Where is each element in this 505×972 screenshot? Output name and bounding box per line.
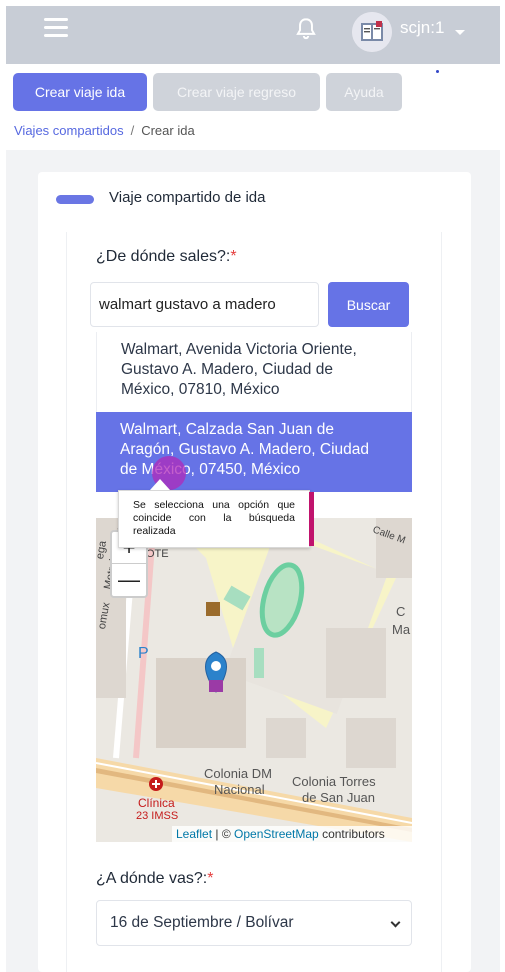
bell-icon[interactable]	[293, 16, 319, 42]
map-label-c: C	[396, 604, 406, 619]
breadcrumb: Viajes compartidos / Crear ida	[14, 123, 195, 138]
chevron-down-icon	[390, 917, 401, 928]
breadcrumb-viajes-link[interactable]: Viajes compartidos	[14, 123, 124, 138]
destination-label-text: ¿A dónde vas?:	[96, 870, 208, 887]
map-label-ote: OTE	[146, 548, 169, 560]
ayuda-button[interactable]: Ayuda	[326, 73, 402, 111]
map-label-ma: Ma	[392, 622, 411, 637]
map-label-de-san-juan: de San Juan	[302, 790, 376, 805]
map-label-colonia-torres: Colonia Torres	[292, 774, 376, 789]
buscar-button[interactable]: Buscar	[328, 282, 409, 327]
chevron-down-icon[interactable]	[455, 30, 465, 35]
search-results-dropdown: Walmart, Avenida Victoria Oriente, Gusta…	[96, 332, 412, 492]
map-label-nacional: Nacional	[214, 782, 265, 797]
required-mark: *	[230, 248, 237, 265]
destination-select[interactable]: 16 de Septiembre / Bolívar	[96, 900, 412, 946]
origin-label-text: ¿De dónde sales?:	[96, 248, 231, 265]
card-header: Viaje compartido de ida	[56, 186, 456, 212]
map-label-clinica: Clínica	[138, 796, 175, 810]
leaflet-link[interactable]: Leaflet	[176, 827, 212, 841]
tooltip: Se selecciona una opción que coincide co…	[118, 490, 310, 548]
avatar[interactable]	[352, 12, 392, 52]
tooltip-arrow	[150, 479, 170, 490]
destination-select-value: 16 de Septiembre / Bolívar	[110, 914, 294, 931]
username[interactable]: scjn:1	[400, 18, 444, 38]
map-attribution: Leaflet | © OpenStreetMap contributors	[172, 826, 412, 842]
zoom-out-button[interactable]: —	[112, 564, 146, 596]
breadcrumb-current: Crear ida	[141, 123, 195, 138]
origin-search-input[interactable]	[90, 282, 319, 327]
breadcrumb-separator: /	[130, 123, 135, 138]
result-option-selected[interactable]: Walmart, Calzada San Juan de Aragón, Gus…	[96, 412, 412, 492]
svg-text:P: P	[138, 645, 149, 662]
tooltip-accent-bar	[309, 492, 314, 546]
destination-label: ¿A dónde vas?:*	[96, 870, 213, 888]
attribution-sep: | ©	[215, 827, 231, 841]
origin-label: ¿De dónde sales?:*	[96, 248, 237, 266]
card-title: Viaje compartido de ida	[109, 189, 266, 206]
osm-link[interactable]: OpenStreetMap	[234, 827, 319, 841]
map-label-colonia-dm: Colonia DM	[204, 766, 272, 781]
attribution-contributors: contributors	[322, 827, 385, 841]
required-mark: *	[207, 870, 214, 887]
map-label-clinica-num: 23 IMSS	[136, 810, 179, 822]
avatar-book-icon	[352, 12, 392, 52]
result-option[interactable]: Walmart, Avenida Victoria Oriente, Gusta…	[96, 332, 412, 412]
crear-viaje-regreso-button[interactable]: Crear viaje regreso	[153, 73, 320, 111]
crear-viaje-ida-button[interactable]: Crear viaje ida	[13, 73, 147, 111]
card-pill-icon	[56, 195, 94, 204]
hamburger-menu-icon[interactable]	[44, 18, 68, 38]
indicator-dot	[436, 70, 439, 73]
